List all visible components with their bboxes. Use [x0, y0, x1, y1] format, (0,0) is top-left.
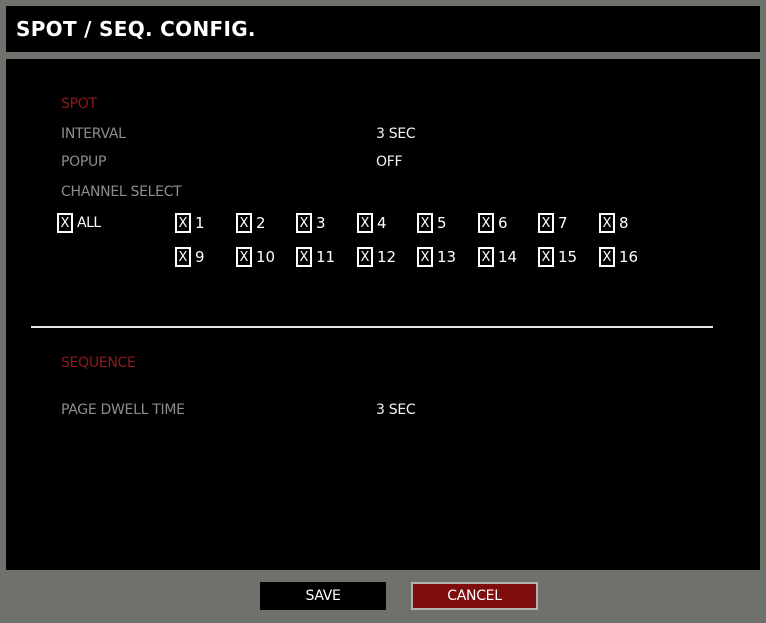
checkbox-label: 7	[558, 214, 568, 232]
checkbox-box: X	[236, 213, 252, 233]
channel-checkbox-11[interactable]: X 11	[296, 246, 335, 268]
channel-checkbox-1[interactable]: X 1	[175, 212, 205, 234]
channel-checkbox-5[interactable]: X 5	[417, 212, 447, 234]
checkbox-label: 4	[377, 214, 387, 232]
checkbox-box: X	[599, 213, 615, 233]
checkbox-label: 9	[195, 248, 205, 266]
checkbox-label: 5	[437, 214, 447, 232]
channel-checkbox-2[interactable]: X 2	[236, 212, 266, 234]
checkbox-box: X	[357, 213, 373, 233]
save-button[interactable]: SAVE	[260, 582, 386, 610]
channel-checkbox-14[interactable]: X 14	[478, 246, 517, 268]
title-separator	[6, 52, 760, 59]
checkbox-label-all: ALL	[77, 215, 101, 231]
interval-label: INTERVAL	[61, 126, 126, 142]
channel-checkbox-12[interactable]: X 12	[357, 246, 396, 268]
checkbox-box: X	[538, 247, 554, 267]
button-bar: SAVE CANCEL	[6, 570, 760, 617]
page-dwell-time-value[interactable]: 3 SEC	[376, 402, 416, 418]
page-dwell-time-label: PAGE DWELL TIME	[61, 402, 185, 418]
checkbox-label: 12	[377, 248, 397, 266]
channel-checkbox-15[interactable]: X 15	[538, 246, 577, 268]
checkbox-box: X	[417, 247, 433, 267]
checkbox-box: X	[357, 247, 373, 267]
sequence-section-label: SEQUENCE	[61, 355, 136, 371]
checkbox-label: 15	[558, 248, 578, 266]
config-dialog: SPOT / SEQ. CONFIG. SPOT INTERVAL 3 SEC …	[6, 6, 760, 617]
checkbox-label: 6	[498, 214, 508, 232]
checkbox-label: 10	[256, 248, 276, 266]
checkbox-box: X	[538, 213, 554, 233]
checkbox-box: X	[478, 247, 494, 267]
checkbox-label: 11	[316, 248, 336, 266]
checkbox-label: 16	[619, 248, 639, 266]
channel-checkbox-7[interactable]: X 7	[538, 212, 568, 234]
checkbox-box: X	[57, 213, 73, 233]
config-content: SPOT INTERVAL 3 SEC POPUP OFF CHANNEL SE…	[6, 59, 760, 570]
cancel-button[interactable]: CANCEL	[411, 582, 538, 610]
checkbox-box: X	[175, 247, 191, 267]
channel-checkbox-13[interactable]: X 13	[417, 246, 456, 268]
checkbox-label: 13	[437, 248, 457, 266]
dialog-title: SPOT / SEQ. CONFIG.	[6, 6, 760, 52]
checkbox-box: X	[599, 247, 615, 267]
channel-checkbox-4[interactable]: X 4	[357, 212, 387, 234]
channel-checkbox-16[interactable]: X 16	[599, 246, 638, 268]
checkbox-box: X	[175, 213, 191, 233]
channel-select-label: CHANNEL SELECT	[61, 184, 182, 200]
section-divider	[31, 326, 713, 328]
checkbox-label: 1	[195, 214, 205, 232]
checkbox-box: X	[478, 213, 494, 233]
checkbox-label: 2	[256, 214, 266, 232]
checkbox-box: X	[417, 213, 433, 233]
checkbox-box: X	[296, 213, 312, 233]
checkbox-box: X	[236, 247, 252, 267]
checkbox-label: 8	[619, 214, 629, 232]
channel-checkbox-3[interactable]: X 3	[296, 212, 326, 234]
channel-checkbox-10[interactable]: X 10	[236, 246, 275, 268]
interval-value[interactable]: 3 SEC	[376, 126, 416, 142]
popup-value[interactable]: OFF	[376, 154, 403, 170]
channel-checkbox-8[interactable]: X 8	[599, 212, 629, 234]
checkbox-box: X	[296, 247, 312, 267]
checkbox-label: 14	[498, 248, 518, 266]
channel-checkbox-6[interactable]: X 6	[478, 212, 508, 234]
spot-section-label: SPOT	[61, 96, 97, 112]
channel-checkbox-all[interactable]: X ALL	[57, 212, 101, 234]
channel-checkbox-9[interactable]: X 9	[175, 246, 205, 268]
checkbox-label: 3	[316, 214, 326, 232]
popup-label: POPUP	[61, 154, 107, 170]
